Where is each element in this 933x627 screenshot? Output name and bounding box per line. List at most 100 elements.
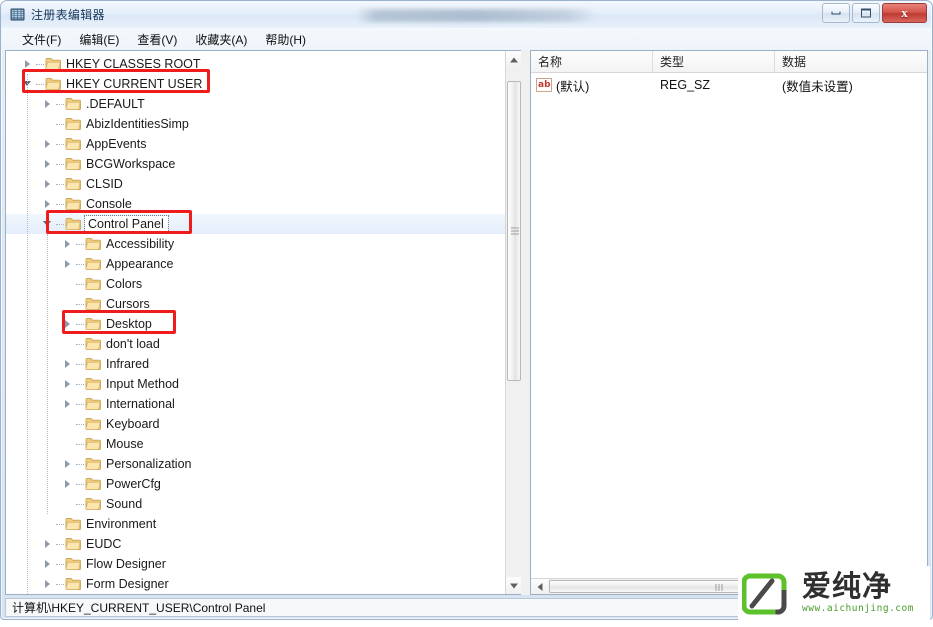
maximize-icon	[861, 8, 871, 18]
expand-arrow-closed-icon[interactable]	[60, 234, 76, 254]
folder-icon	[45, 77, 62, 91]
expand-arrow-closed-icon[interactable]	[40, 174, 56, 194]
maximize-button[interactable]	[852, 3, 880, 23]
expand-arrow-closed-icon[interactable]	[60, 314, 76, 334]
tree-item-appearance[interactable]: Appearance	[6, 254, 505, 274]
scroll-up-button[interactable]	[506, 51, 521, 68]
tree-item-environment[interactable]: Environment	[6, 514, 505, 534]
folder-icon	[65, 517, 82, 531]
tree-item-keyboard[interactable]: Keyboard	[6, 414, 505, 434]
tree-item-desktop[interactable]: Desktop	[6, 314, 505, 334]
tree-connector-line	[56, 514, 65, 534]
expand-arrow-closed-icon[interactable]	[60, 394, 76, 414]
folder-icon	[85, 477, 102, 491]
list-header: 名称 类型 数据	[531, 51, 927, 73]
expand-arrow-closed-icon[interactable]	[60, 474, 76, 494]
tree-item-label: AbizIdentitiesSimp	[86, 117, 189, 131]
tree-item-console[interactable]: Console	[6, 194, 505, 214]
close-icon: x	[901, 5, 908, 20]
tree-item-cursors[interactable]: Cursors	[6, 294, 505, 314]
tree-item-appevents[interactable]: AppEvents	[6, 134, 505, 154]
tree-connector-line	[56, 174, 65, 194]
tree-item-flow-designer[interactable]: Flow Designer	[6, 554, 505, 574]
tree-connector-line	[76, 474, 85, 494]
folder-icon	[65, 117, 82, 131]
menu-file[interactable]: 文件(F)	[13, 29, 70, 50]
tree-item-default[interactable]: .DEFAULT	[6, 94, 505, 114]
tree-item-form-designer[interactable]: Form Designer	[6, 574, 505, 594]
menu-help[interactable]: 帮助(H)	[256, 29, 315, 50]
tree-item-abizidentitiessimp[interactable]: AbizIdentitiesSimp	[6, 114, 505, 134]
tree-connector-line	[76, 434, 85, 454]
expand-arrow-closed-icon[interactable]	[40, 194, 56, 214]
string-value-icon: ab	[536, 78, 552, 92]
column-header-data[interactable]: 数据	[775, 51, 927, 72]
tree-item-label: don't load	[106, 337, 160, 351]
expand-arrow-closed-icon[interactable]	[40, 94, 56, 114]
tree-connector-line	[56, 534, 65, 554]
folder-icon	[85, 317, 102, 331]
expand-arrow-closed-icon[interactable]	[20, 54, 36, 74]
tree-scrollbar-thumb[interactable]	[507, 81, 521, 381]
tree-item-don-t-load[interactable]: don't load	[6, 334, 505, 354]
tree-item-infrared[interactable]: Infrared	[6, 354, 505, 374]
tree-connector-line	[76, 354, 85, 374]
tree-item-hkey-current-user[interactable]: HKEY CURRENT USER	[6, 74, 505, 94]
expand-arrow-closed-icon[interactable]	[40, 134, 56, 154]
expand-arrow-closed-icon[interactable]	[40, 154, 56, 174]
tree-toggle-placeholder	[60, 434, 76, 454]
tree-item-input-method[interactable]: Input Method	[6, 374, 505, 394]
pane-splitter[interactable]	[521, 50, 530, 595]
tree-item-bcgworkspace[interactable]: BCGWorkspace	[6, 154, 505, 174]
registry-tree: HKEY CLASSES ROOT HKEY CURRENT USER .DEFAU…	[6, 54, 505, 594]
expand-arrow-closed-icon[interactable]	[60, 374, 76, 394]
expand-arrow-closed-icon[interactable]	[40, 534, 56, 554]
value-name-cell: ab (默认)	[531, 76, 653, 95]
tree-item-label: Infrared	[106, 357, 150, 371]
tree-item-sound[interactable]: Sound	[6, 494, 505, 514]
tree-item-hkey-classes-root[interactable]: HKEY CLASSES ROOT	[6, 54, 505, 74]
watermark-url: www.aichunjing.com	[802, 603, 914, 614]
expand-arrow-closed-icon[interactable]	[40, 554, 56, 574]
tree-item-colors[interactable]: Colors	[6, 274, 505, 294]
close-button[interactable]: x	[882, 3, 927, 23]
folder-icon	[85, 377, 102, 391]
expand-arrow-closed-icon[interactable]	[60, 254, 76, 274]
folder-icon	[65, 537, 82, 551]
expand-arrow-open-icon[interactable]	[40, 214, 56, 234]
menu-edit[interactable]: 编辑(E)	[70, 29, 128, 50]
tree-item-international[interactable]: International	[6, 394, 505, 414]
tree-vertical-scrollbar[interactable]	[505, 51, 521, 594]
tree-connector-line	[76, 334, 85, 354]
tree-item-powercfg[interactable]: PowerCfg	[6, 474, 505, 494]
expand-arrow-closed-icon[interactable]	[40, 574, 56, 594]
expand-arrow-closed-icon[interactable]	[60, 454, 76, 474]
expand-arrow-closed-icon[interactable]	[60, 354, 76, 374]
tree-item-eudc[interactable]: EUDC	[6, 534, 505, 554]
column-header-name[interactable]: 名称	[531, 51, 653, 72]
tree-item-personalization[interactable]: Personalization	[6, 454, 505, 474]
minimize-icon	[831, 11, 841, 15]
tree-connector-line	[56, 94, 65, 114]
folder-icon	[65, 217, 82, 231]
tree-item-mouse[interactable]: Mouse	[6, 434, 505, 454]
expand-arrow-open-icon[interactable]	[20, 74, 36, 94]
tree-toggle-placeholder	[60, 294, 76, 314]
scroll-down-button[interactable]	[506, 577, 521, 594]
minimize-button[interactable]	[822, 3, 850, 23]
column-header-type[interactable]: 类型	[653, 51, 775, 72]
folder-icon	[65, 177, 82, 191]
folder-icon	[85, 237, 102, 251]
tree-item-control-panel[interactable]: Control Panel	[6, 214, 505, 234]
scroll-left-button[interactable]	[531, 579, 548, 594]
registry-editor-window: 注册表编辑器 x 文件(F) 编辑(E) 查看(V) 收藏夹(A) 帮助(H) …	[0, 0, 933, 627]
menu-favorites[interactable]: 收藏夹(A)	[186, 29, 256, 50]
tree-connector-line	[56, 134, 65, 154]
menu-view[interactable]: 查看(V)	[128, 29, 186, 50]
tree-item-clsid[interactable]: CLSID	[6, 174, 505, 194]
folder-icon	[85, 437, 102, 451]
table-row[interactable]: ab (默认) REG_SZ (数值未设置)	[531, 75, 927, 95]
tree-item-accessibility[interactable]: Accessibility	[6, 234, 505, 254]
